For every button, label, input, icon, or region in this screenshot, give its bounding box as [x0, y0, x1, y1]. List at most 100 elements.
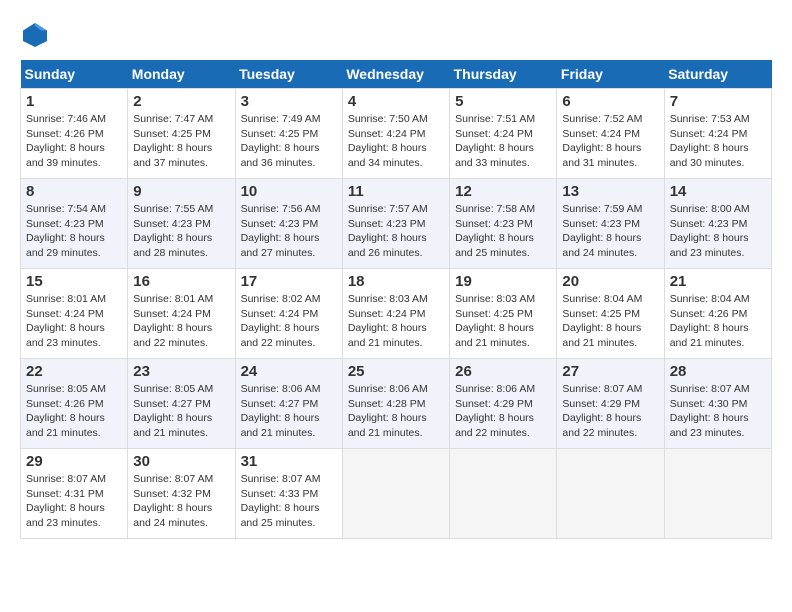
- logo-icon: [20, 20, 50, 50]
- calendar-cell: 9 Sunrise: 7:55 AM Sunset: 4:23 PM Dayli…: [128, 179, 235, 269]
- day-number: 1: [26, 93, 122, 110]
- day-number: 27: [562, 363, 658, 380]
- day-header-tuesday: Tuesday: [235, 60, 342, 89]
- day-number: 20: [562, 273, 658, 290]
- day-info: Sunrise: 8:00 AM Sunset: 4:23 PM Dayligh…: [670, 202, 766, 261]
- week-row-1: 1 Sunrise: 7:46 AM Sunset: 4:26 PM Dayli…: [21, 89, 772, 179]
- calendar-cell: 26 Sunrise: 8:06 AM Sunset: 4:29 PM Dayl…: [450, 359, 557, 449]
- day-number: 17: [241, 273, 337, 290]
- day-info: Sunrise: 8:02 AM Sunset: 4:24 PM Dayligh…: [241, 292, 337, 351]
- day-number: 24: [241, 363, 337, 380]
- day-number: 21: [670, 273, 766, 290]
- calendar-cell: 25 Sunrise: 8:06 AM Sunset: 4:28 PM Dayl…: [342, 359, 449, 449]
- day-number: 13: [562, 183, 658, 200]
- day-number: 14: [670, 183, 766, 200]
- day-info: Sunrise: 8:05 AM Sunset: 4:26 PM Dayligh…: [26, 382, 122, 441]
- day-number: 16: [133, 273, 229, 290]
- logo: [20, 20, 54, 50]
- day-info: Sunrise: 8:07 AM Sunset: 4:31 PM Dayligh…: [26, 472, 122, 531]
- day-info: Sunrise: 7:54 AM Sunset: 4:23 PM Dayligh…: [26, 202, 122, 261]
- day-number: 31: [241, 453, 337, 470]
- day-number: 19: [455, 273, 551, 290]
- day-info: Sunrise: 8:06 AM Sunset: 4:27 PM Dayligh…: [241, 382, 337, 441]
- day-info: Sunrise: 7:57 AM Sunset: 4:23 PM Dayligh…: [348, 202, 444, 261]
- calendar-cell: 3 Sunrise: 7:49 AM Sunset: 4:25 PM Dayli…: [235, 89, 342, 179]
- day-number: 7: [670, 93, 766, 110]
- day-number: 23: [133, 363, 229, 380]
- day-number: 26: [455, 363, 551, 380]
- day-info: Sunrise: 7:49 AM Sunset: 4:25 PM Dayligh…: [241, 112, 337, 171]
- day-number: 22: [26, 363, 122, 380]
- calendar-table: SundayMondayTuesdayWednesdayThursdayFrid…: [20, 60, 772, 539]
- day-number: 2: [133, 93, 229, 110]
- day-number: 29: [26, 453, 122, 470]
- day-number: 10: [241, 183, 337, 200]
- calendar-cell: 5 Sunrise: 7:51 AM Sunset: 4:24 PM Dayli…: [450, 89, 557, 179]
- day-number: 18: [348, 273, 444, 290]
- day-info: Sunrise: 8:07 AM Sunset: 4:30 PM Dayligh…: [670, 382, 766, 441]
- day-number: 8: [26, 183, 122, 200]
- day-info: Sunrise: 7:51 AM Sunset: 4:24 PM Dayligh…: [455, 112, 551, 171]
- day-info: Sunrise: 7:50 AM Sunset: 4:24 PM Dayligh…: [348, 112, 444, 171]
- calendar-cell: 24 Sunrise: 8:06 AM Sunset: 4:27 PM Dayl…: [235, 359, 342, 449]
- calendar-cell: 12 Sunrise: 7:58 AM Sunset: 4:23 PM Dayl…: [450, 179, 557, 269]
- day-info: Sunrise: 7:55 AM Sunset: 4:23 PM Dayligh…: [133, 202, 229, 261]
- calendar-cell: 21 Sunrise: 8:04 AM Sunset: 4:26 PM Dayl…: [664, 269, 771, 359]
- calendar-cell: 6 Sunrise: 7:52 AM Sunset: 4:24 PM Dayli…: [557, 89, 664, 179]
- calendar-cell: 31 Sunrise: 8:07 AM Sunset: 4:33 PM Dayl…: [235, 449, 342, 539]
- day-number: 6: [562, 93, 658, 110]
- calendar-cell: 11 Sunrise: 7:57 AM Sunset: 4:23 PM Dayl…: [342, 179, 449, 269]
- calendar-cell: 27 Sunrise: 8:07 AM Sunset: 4:29 PM Dayl…: [557, 359, 664, 449]
- calendar-cell: 20 Sunrise: 8:04 AM Sunset: 4:25 PM Dayl…: [557, 269, 664, 359]
- calendar-cell: 10 Sunrise: 7:56 AM Sunset: 4:23 PM Dayl…: [235, 179, 342, 269]
- day-header-thursday: Thursday: [450, 60, 557, 89]
- day-header-wednesday: Wednesday: [342, 60, 449, 89]
- week-row-3: 15 Sunrise: 8:01 AM Sunset: 4:24 PM Dayl…: [21, 269, 772, 359]
- calendar-cell: 28 Sunrise: 8:07 AM Sunset: 4:30 PM Dayl…: [664, 359, 771, 449]
- day-info: Sunrise: 8:03 AM Sunset: 4:24 PM Dayligh…: [348, 292, 444, 351]
- day-number: 15: [26, 273, 122, 290]
- day-info: Sunrise: 8:07 AM Sunset: 4:29 PM Dayligh…: [562, 382, 658, 441]
- day-number: 3: [241, 93, 337, 110]
- calendar-cell: 8 Sunrise: 7:54 AM Sunset: 4:23 PM Dayli…: [21, 179, 128, 269]
- day-info: Sunrise: 8:05 AM Sunset: 4:27 PM Dayligh…: [133, 382, 229, 441]
- day-number: 4: [348, 93, 444, 110]
- calendar-cell: 18 Sunrise: 8:03 AM Sunset: 4:24 PM Dayl…: [342, 269, 449, 359]
- calendar-cell: 29 Sunrise: 8:07 AM Sunset: 4:31 PM Dayl…: [21, 449, 128, 539]
- calendar-cell: 1 Sunrise: 7:46 AM Sunset: 4:26 PM Dayli…: [21, 89, 128, 179]
- day-info: Sunrise: 8:03 AM Sunset: 4:25 PM Dayligh…: [455, 292, 551, 351]
- calendar-cell: [342, 449, 449, 539]
- calendar-cell: [557, 449, 664, 539]
- day-info: Sunrise: 7:53 AM Sunset: 4:24 PM Dayligh…: [670, 112, 766, 171]
- calendar-cell: [450, 449, 557, 539]
- calendar-cell: 15 Sunrise: 8:01 AM Sunset: 4:24 PM Dayl…: [21, 269, 128, 359]
- day-info: Sunrise: 7:56 AM Sunset: 4:23 PM Dayligh…: [241, 202, 337, 261]
- calendar-cell: 2 Sunrise: 7:47 AM Sunset: 4:25 PM Dayli…: [128, 89, 235, 179]
- day-info: Sunrise: 8:04 AM Sunset: 4:26 PM Dayligh…: [670, 292, 766, 351]
- calendar-cell: 17 Sunrise: 8:02 AM Sunset: 4:24 PM Dayl…: [235, 269, 342, 359]
- day-number: 12: [455, 183, 551, 200]
- calendar-cell: [664, 449, 771, 539]
- day-number: 5: [455, 93, 551, 110]
- day-number: 30: [133, 453, 229, 470]
- week-row-4: 22 Sunrise: 8:05 AM Sunset: 4:26 PM Dayl…: [21, 359, 772, 449]
- calendar-body: 1 Sunrise: 7:46 AM Sunset: 4:26 PM Dayli…: [21, 89, 772, 539]
- calendar-header-row: SundayMondayTuesdayWednesdayThursdayFrid…: [21, 60, 772, 89]
- day-info: Sunrise: 7:59 AM Sunset: 4:23 PM Dayligh…: [562, 202, 658, 261]
- calendar-cell: 23 Sunrise: 8:05 AM Sunset: 4:27 PM Dayl…: [128, 359, 235, 449]
- day-number: 28: [670, 363, 766, 380]
- day-number: 25: [348, 363, 444, 380]
- day-header-friday: Friday: [557, 60, 664, 89]
- day-info: Sunrise: 8:01 AM Sunset: 4:24 PM Dayligh…: [133, 292, 229, 351]
- day-info: Sunrise: 7:47 AM Sunset: 4:25 PM Dayligh…: [133, 112, 229, 171]
- calendar-cell: 19 Sunrise: 8:03 AM Sunset: 4:25 PM Dayl…: [450, 269, 557, 359]
- calendar-cell: 4 Sunrise: 7:50 AM Sunset: 4:24 PM Dayli…: [342, 89, 449, 179]
- day-info: Sunrise: 8:01 AM Sunset: 4:24 PM Dayligh…: [26, 292, 122, 351]
- calendar-cell: 14 Sunrise: 8:00 AM Sunset: 4:23 PM Dayl…: [664, 179, 771, 269]
- day-number: 9: [133, 183, 229, 200]
- calendar-cell: 30 Sunrise: 8:07 AM Sunset: 4:32 PM Dayl…: [128, 449, 235, 539]
- day-info: Sunrise: 7:46 AM Sunset: 4:26 PM Dayligh…: [26, 112, 122, 171]
- week-row-5: 29 Sunrise: 8:07 AM Sunset: 4:31 PM Dayl…: [21, 449, 772, 539]
- calendar-cell: 16 Sunrise: 8:01 AM Sunset: 4:24 PM Dayl…: [128, 269, 235, 359]
- calendar-cell: 7 Sunrise: 7:53 AM Sunset: 4:24 PM Dayli…: [664, 89, 771, 179]
